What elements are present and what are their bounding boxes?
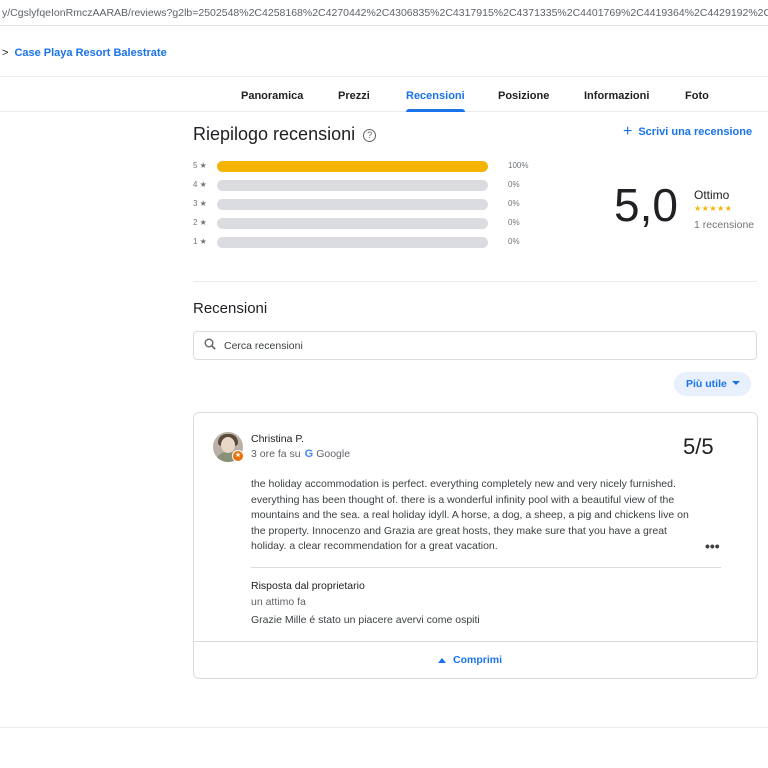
- google-icon: G: [304, 448, 314, 460]
- histogram-percent: 0%: [508, 180, 520, 189]
- histogram-star-label: 1 ★: [193, 237, 207, 246]
- tab-prezzi[interactable]: Prezzi: [338, 77, 370, 112]
- summary-title: Riepilogo recensioni ?: [193, 124, 377, 145]
- caret-down-icon: [731, 381, 740, 385]
- breadcrumb-chevron-icon: >: [2, 47, 9, 59]
- summary-title-text: Riepilogo recensioni: [193, 124, 356, 144]
- plus-icon: +: [623, 123, 633, 140]
- histogram-bar: [217, 161, 488, 172]
- breadcrumb: > Case Playa Resort Balestrate: [0, 44, 167, 62]
- more-options-icon[interactable]: •••: [705, 539, 720, 553]
- review-count: 1 recensione: [694, 219, 755, 231]
- rating-stars: ★★★★★: [694, 204, 733, 213]
- histogram-star-label: 3 ★: [193, 199, 207, 208]
- histogram-row-5[interactable]: 5 ★ 100%: [193, 160, 553, 172]
- histogram-percent: 0%: [508, 218, 520, 227]
- reply-divider: [251, 567, 721, 568]
- address-bar[interactable]: y/CgslyfqeIonRmczAARAB/reviews?g2lb=2502…: [0, 0, 768, 26]
- caret-up-icon: [438, 657, 446, 663]
- tab-posizione[interactable]: Posizione: [498, 77, 549, 112]
- search-input[interactable]: [224, 336, 744, 356]
- write-review-label: Scrivi una recensione: [638, 126, 753, 138]
- histogram-star-label: 5 ★: [193, 161, 207, 170]
- review-source: Google: [316, 448, 351, 460]
- histogram-star-label: 2 ★: [193, 218, 207, 227]
- histogram-bar: [217, 218, 488, 229]
- search-icon: [204, 338, 216, 350]
- reviews-title: Recensioni: [193, 300, 268, 317]
- histogram-row-4[interactable]: 4 ★ 0%: [193, 179, 553, 191]
- collapse-bar: Comprimi: [194, 641, 757, 679]
- histogram-bar: [217, 199, 488, 210]
- collapse-button[interactable]: Comprimi: [438, 654, 502, 666]
- local-guide-badge-icon: ★: [232, 450, 244, 462]
- histogram-bar: [217, 237, 488, 248]
- histogram-percent: 0%: [508, 199, 520, 208]
- sort-label: Più utile: [686, 378, 727, 390]
- histogram-star-label: 4 ★: [193, 180, 207, 189]
- owner-reply-time: un attimo fa: [251, 596, 306, 608]
- review-time: 3 ore fa su: [251, 448, 301, 460]
- footer-divider: [0, 727, 768, 728]
- help-icon[interactable]: ?: [363, 129, 377, 142]
- histogram-percent: 100%: [508, 161, 529, 170]
- review-author[interactable]: Christina P.: [251, 433, 304, 445]
- rating-word: Ottimo: [694, 188, 730, 202]
- tab-panoramica[interactable]: Panoramica: [241, 77, 303, 112]
- write-review-button[interactable]: + Scrivi una recensione: [623, 123, 753, 140]
- review-text: the holiday accommodation is perfect. ev…: [251, 478, 689, 552]
- review-meta: 3 ore fa su G Google: [251, 448, 350, 460]
- breadcrumb-hotel-link[interactable]: Case Playa Resort Balestrate: [14, 47, 166, 59]
- collapse-label: Comprimi: [453, 654, 503, 666]
- review-card: ★ Christina P. 3 ore fa su G Google 5/5 …: [193, 412, 758, 679]
- sort-button[interactable]: Più utile: [674, 372, 751, 396]
- histogram-bar-fill: [217, 161, 488, 172]
- section-divider: [193, 281, 757, 282]
- histogram-row-3[interactable]: 3 ★ 0%: [193, 198, 553, 210]
- histogram-percent: 0%: [508, 237, 520, 246]
- tab-bar: Panoramica Prezzi Recensioni Posizione I…: [0, 76, 768, 112]
- owner-reply-title: Risposta dal proprietario: [251, 580, 365, 592]
- tab-recensioni[interactable]: Recensioni: [406, 77, 465, 112]
- search-box: [193, 331, 757, 360]
- average-rating: 5,0: [614, 179, 678, 231]
- avatar-face: [221, 437, 235, 453]
- tab-foto[interactable]: Foto: [685, 77, 709, 112]
- histogram-row-2[interactable]: 2 ★ 0%: [193, 217, 553, 229]
- histogram-row-1[interactable]: 1 ★ 0%: [193, 236, 553, 248]
- owner-reply-text: Grazie Mille é stato un piacere avervi c…: [251, 614, 480, 626]
- review-score: 5/5: [683, 434, 714, 459]
- histogram-bar: [217, 180, 488, 191]
- tab-informazioni[interactable]: Informazioni: [584, 77, 649, 112]
